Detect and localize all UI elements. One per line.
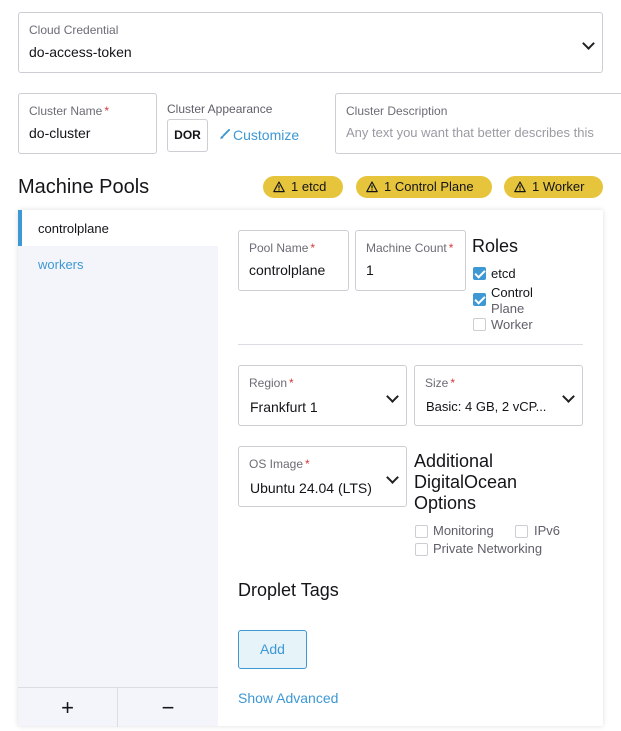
add-pool-button[interactable]: + [18,688,118,727]
region-value: Frankfurt 1 [250,399,318,415]
private-networking-checkbox[interactable] [415,543,428,556]
worker-count-badge: 1 Worker [504,176,603,198]
cloud-credential-value: do-access-token [29,44,132,60]
ipv6-label: IPv6 [534,523,561,538]
additional-options-title-line3: Options [414,493,477,513]
cluster-name-value: do-cluster [29,125,91,141]
os-image-label: OS Image * [249,457,310,471]
etcd-role-checkbox[interactable] [473,267,486,280]
cluster-description-placeholder: Any text you want that better describes … [346,125,594,140]
customize-link[interactable]: Customize [219,127,299,143]
machine-count-field[interactable]: Machine Count * 1 [355,230,466,291]
region-select[interactable]: Region * Frankfurt 1 [238,365,407,426]
remove-pool-button[interactable]: − [118,688,218,727]
control-plane-count-badge: 1 Control Plane [356,176,492,198]
etcd-role-label: etcd [491,266,516,281]
pool-tab-workers[interactable]: workers [18,246,218,282]
show-advanced-link[interactable]: Show Advanced [238,690,338,706]
control-plane-role-checkbox[interactable] [473,293,486,306]
cloud-credential-select[interactable]: Cloud Credential do-access-token [18,12,603,73]
size-label: Size * [425,376,456,390]
control-plane-role-label-line2: Plane [491,301,525,316]
pool-name-value: controlplane [249,262,326,278]
etcd-count-badge: 1 etcd [263,176,343,198]
cluster-description-field[interactable]: Cluster Description Any text you want th… [335,93,621,154]
cluster-avatar-text: DOR [174,128,201,142]
machine-count-value: 1 [366,262,374,278]
chevron-down-icon [582,37,595,50]
warning-triangle-icon [514,181,526,193]
pool-tab-label: controlplane [38,221,109,236]
roles-title: Roles [472,236,519,256]
pool-tab-list: controlplane workers + − [18,210,218,727]
os-image-select[interactable]: OS Image * Ubuntu 24.04 (LTS) [238,446,407,507]
region-label: Region * [249,376,294,390]
additional-options-title-line1: Additional [414,451,494,471]
os-image-value: Ubuntu 24.04 (LTS) [250,480,372,496]
cluster-name-label: Cluster Name * [29,104,110,118]
chevron-down-icon [386,471,399,484]
paintbrush-icon [220,129,230,140]
form-divider [238,344,583,345]
cluster-avatar: DOR [167,119,208,152]
cluster-description-label: Cluster Description [346,104,448,118]
chevron-down-icon [562,390,575,403]
worker-role-checkbox[interactable] [473,318,486,331]
pool-actions: + − [18,687,218,727]
worker-role-label: Worker [491,317,533,332]
warning-triangle-icon [273,181,285,193]
size-select[interactable]: Size * Basic: 4 GB, 2 vCP... [414,365,583,426]
warning-triangle-icon [366,181,378,193]
machine-count-label: Machine Count * [366,241,454,255]
control-plane-role-label-line1: Control [491,285,533,300]
minus-icon: − [161,695,175,720]
droplet-tags-title: Droplet Tags [238,580,339,600]
cluster-appearance-label: Cluster Appearance [167,102,273,116]
machine-pools-title: Machine Pools [18,176,150,198]
private-networking-label: Private Networking [433,541,543,556]
monitoring-checkbox[interactable] [415,525,428,538]
pool-tab-label: workers [38,257,84,272]
pool-name-field[interactable]: Pool Name * controlplane [238,230,349,291]
size-value: Basic: 4 GB, 2 vCP... [426,399,547,414]
cloud-credential-label: Cloud Credential [29,23,119,37]
additional-options-title: Additional DigitalOcean Options [414,451,517,514]
add-tag-label: Add [260,641,285,657]
pool-tab-controlplane[interactable]: controlplane [18,210,218,246]
chevron-down-icon [386,390,399,403]
plus-icon: + [61,695,74,720]
cluster-name-field[interactable]: Cluster Name * do-cluster [18,93,157,154]
additional-options-title-line2: DigitalOcean [414,472,518,492]
customize-label: Customize [233,127,300,143]
ipv6-checkbox[interactable] [515,525,528,538]
add-tag-button[interactable]: Add [238,630,307,669]
monitoring-label: Monitoring [433,523,494,538]
pool-name-label: Pool Name * [249,241,316,255]
